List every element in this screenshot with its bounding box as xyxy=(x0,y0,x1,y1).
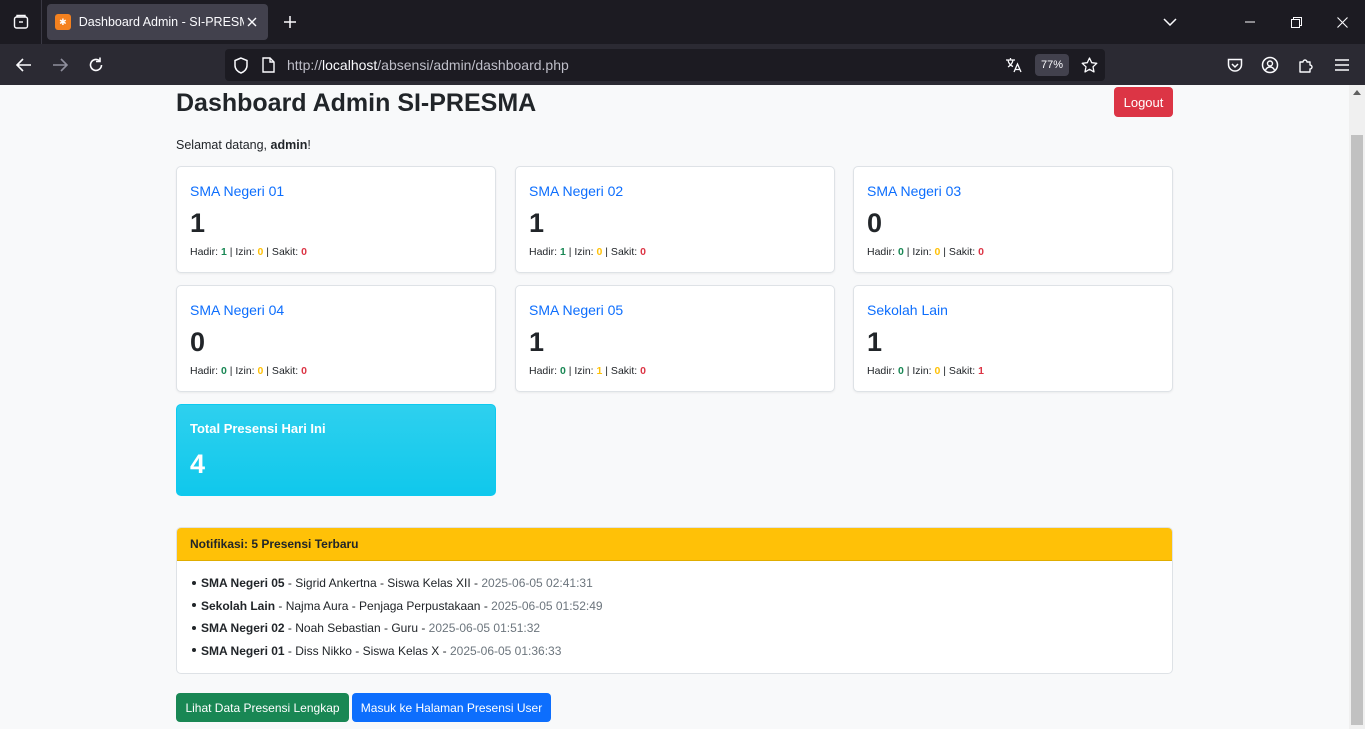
browser-navbar: http://localhost/absensi/admin/dashboard… xyxy=(0,44,1365,85)
school-card: SMA Negeri 01 1 Hadir: 1 | Izin: 0 | Sak… xyxy=(176,166,496,273)
restore-button[interactable] xyxy=(1273,0,1319,44)
school-stats: Hadir: 0 | Izin: 0 | Sakit: 0 xyxy=(190,365,307,377)
zoom-level-badge[interactable]: 77% xyxy=(1035,54,1069,76)
bullet-icon xyxy=(192,603,196,608)
welcome-message: Selamat datang, admin! xyxy=(176,138,311,152)
school-card: SMA Negeri 02 1 Hadir: 1 | Izin: 0 | Sak… xyxy=(515,166,835,273)
account-icon xyxy=(1261,56,1279,74)
scroll-up-icon[interactable] xyxy=(1353,90,1361,95)
school-card: SMA Negeri 04 0 Hadir: 0 | Izin: 0 | Sak… xyxy=(176,285,496,392)
logout-button[interactable]: Logout xyxy=(1114,87,1173,117)
welcome-username: admin xyxy=(270,138,308,152)
user-presensi-page-button[interactable]: Masuk ke Halaman Presensi User xyxy=(352,693,551,722)
arrow-right-icon xyxy=(53,58,68,72)
tab-list-button[interactable] xyxy=(0,0,42,44)
school-count: 1 xyxy=(529,208,545,238)
page-viewport: Dashboard Admin SI-PRESMA Logout Selamat… xyxy=(0,85,1349,729)
translate-icon[interactable] xyxy=(1004,55,1024,75)
scrollbar-thumb[interactable] xyxy=(1351,135,1363,725)
hamburger-icon xyxy=(1335,59,1349,71)
close-tab-icon[interactable] xyxy=(244,14,260,30)
star-icon[interactable] xyxy=(1079,55,1099,75)
notification-header: Notifikasi: 5 Presensi Terbaru xyxy=(177,528,1172,561)
total-presensi-card: Total Presensi Hari Ini 4 xyxy=(176,404,496,496)
total-value: 4 xyxy=(190,449,206,479)
back-button[interactable] xyxy=(9,50,39,80)
school-count: 1 xyxy=(529,327,545,357)
arrow-left-icon xyxy=(16,58,31,72)
new-tab-button[interactable] xyxy=(278,10,302,34)
xampp-favicon-icon: ✱ xyxy=(55,14,71,30)
url-text[interactable]: http://localhost/absensi/admin/dashboard… xyxy=(287,57,569,73)
school-stats: Hadir: 1 | Izin: 0 | Sakit: 0 xyxy=(190,246,307,258)
notification-list: SMA Negeri 05 - Sigrid Ankertna - Siswa … xyxy=(177,561,1172,664)
minimize-button[interactable] xyxy=(1227,0,1273,44)
school-count: 1 xyxy=(190,208,206,238)
total-label: Total Presensi Hari Ini xyxy=(190,421,326,436)
browser-tabbar: ✱ Dashboard Admin - SI-PRESMA xyxy=(0,0,1365,44)
puzzle-icon xyxy=(1299,59,1313,73)
pocket-button[interactable] xyxy=(1220,50,1250,80)
school-card: SMA Negeri 05 1 Hadir: 0 | Izin: 1 | Sak… xyxy=(515,285,835,392)
url-bar[interactable]: http://localhost/absensi/admin/dashboard… xyxy=(225,49,1105,81)
school-name[interactable]: Sekolah Lain xyxy=(867,302,948,318)
bullet-icon xyxy=(192,648,196,653)
school-name[interactable]: SMA Negeri 04 xyxy=(190,302,284,318)
school-count: 0 xyxy=(867,208,883,238)
bullet-icon xyxy=(192,625,196,630)
tab-title: Dashboard Admin - SI-PRESMA xyxy=(78,15,245,29)
school-stats: Hadir: 0 | Izin: 0 | Sakit: 1 xyxy=(867,365,984,377)
school-name[interactable]: SMA Negeri 02 xyxy=(529,183,623,199)
view-all-presensi-button[interactable]: Lihat Data Presensi Lengkap xyxy=(176,693,349,722)
restore-icon xyxy=(1290,16,1302,28)
tab-overflow-button[interactable] xyxy=(1147,0,1193,44)
school-name[interactable]: SMA Negeri 03 xyxy=(867,183,961,199)
page-icon[interactable] xyxy=(258,55,278,75)
account-button[interactable] xyxy=(1255,50,1285,80)
page-title: Dashboard Admin SI-PRESMA xyxy=(176,89,537,117)
close-icon xyxy=(1336,16,1348,28)
school-stats: Hadir: 0 | Izin: 1 | Sakit: 0 xyxy=(529,365,646,377)
list-item: SMA Negeri 01 - Diss Nikko - Siswa Kelas… xyxy=(190,642,1172,665)
minimize-icon xyxy=(1245,21,1255,23)
list-item: SMA Negeri 02 - Noah Sebastian - Guru - … xyxy=(190,619,1172,642)
shield-icon[interactable] xyxy=(231,55,251,75)
school-card: Sekolah Lain 1 Hadir: 0 | Izin: 0 | Saki… xyxy=(853,285,1173,392)
menu-button[interactable] xyxy=(1327,50,1357,80)
plus-icon xyxy=(284,16,296,28)
school-card: SMA Negeri 03 0 Hadir: 0 | Izin: 0 | Sak… xyxy=(853,166,1173,273)
school-stats: Hadir: 1 | Izin: 0 | Sakit: 0 xyxy=(529,246,646,258)
bullet-icon xyxy=(192,580,196,585)
school-name[interactable]: SMA Negeri 01 xyxy=(190,183,284,199)
list-item: Sekolah Lain - Najma Aura - Penjaga Perp… xyxy=(190,597,1172,620)
notification-panel: Notifikasi: 5 Presensi Terbaru SMA Neger… xyxy=(176,527,1173,674)
reload-button[interactable] xyxy=(81,50,111,80)
page-scrollbar[interactable] xyxy=(1349,85,1365,729)
school-count: 1 xyxy=(867,327,883,357)
school-count: 0 xyxy=(190,327,206,357)
pocket-icon xyxy=(1227,58,1243,72)
school-name[interactable]: SMA Negeri 05 xyxy=(529,302,623,318)
chevron-down-icon xyxy=(1163,18,1177,26)
close-window-button[interactable] xyxy=(1319,0,1365,44)
list-item: SMA Negeri 05 - Sigrid Ankertna - Siswa … xyxy=(190,574,1172,597)
forward-button[interactable] xyxy=(45,50,75,80)
reload-icon xyxy=(89,57,103,72)
extensions-button[interactable] xyxy=(1291,50,1321,80)
tab-list-icon xyxy=(13,14,28,29)
tab-dashboard[interactable]: ✱ Dashboard Admin - SI-PRESMA xyxy=(47,4,268,40)
school-stats: Hadir: 0 | Izin: 0 | Sakit: 0 xyxy=(867,246,984,258)
